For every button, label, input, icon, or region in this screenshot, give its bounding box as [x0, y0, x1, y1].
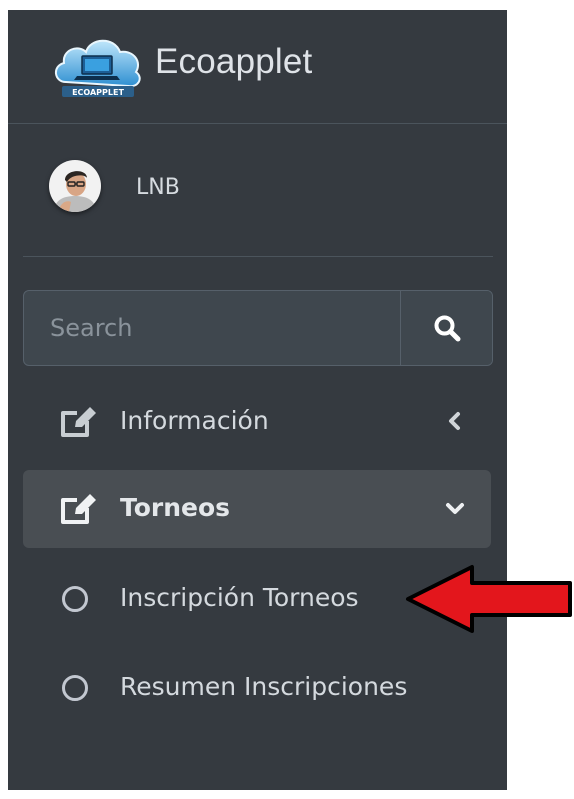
- user-panel: LNB: [23, 123, 493, 257]
- brand-name: Ecoapplet: [155, 42, 313, 81]
- screenshot-stage: ECOAPPLET Ecoapplet LNB Search Informaci…: [0, 0, 574, 799]
- search-button[interactable]: [400, 291, 492, 365]
- circle-outline-icon: [62, 586, 88, 612]
- red-arrow-pointer-icon: [406, 565, 572, 633]
- cloud-laptop-logo-icon: ECOAPPLET: [55, 39, 141, 97]
- nav-label-torneos: Torneos: [120, 493, 231, 522]
- nav-item-informacion[interactable]: Información: [23, 383, 491, 461]
- logo-text: ECOAPPLET: [72, 88, 124, 97]
- subitem-label: Inscripción Torneos: [120, 583, 359, 612]
- chevron-left-icon: [449, 412, 460, 430]
- nav-label-informacion: Información: [120, 406, 269, 435]
- circle-outline-icon: [62, 675, 88, 701]
- edit-icon: [61, 407, 96, 437]
- chevron-down-icon: [446, 503, 464, 514]
- subitem-label: Resumen Inscripciones: [120, 672, 408, 701]
- edit-icon: [61, 494, 96, 524]
- user-avatar-icon: [49, 160, 101, 212]
- nav-item-torneos[interactable]: Torneos: [23, 470, 491, 548]
- sidebar-search: [23, 290, 493, 366]
- main-sidebar: ECOAPPLET Ecoapplet LNB Search Informaci…: [8, 10, 507, 790]
- search-input[interactable]: [24, 291, 400, 365]
- nav-subitem-resumen-inscripciones[interactable]: Resumen Inscripciones: [23, 657, 491, 727]
- user-avatar[interactable]: [49, 160, 101, 212]
- brand-link[interactable]: ECOAPPLET Ecoapplet: [8, 10, 507, 124]
- user-name[interactable]: LNB: [136, 175, 180, 200]
- search-icon: [434, 315, 460, 342]
